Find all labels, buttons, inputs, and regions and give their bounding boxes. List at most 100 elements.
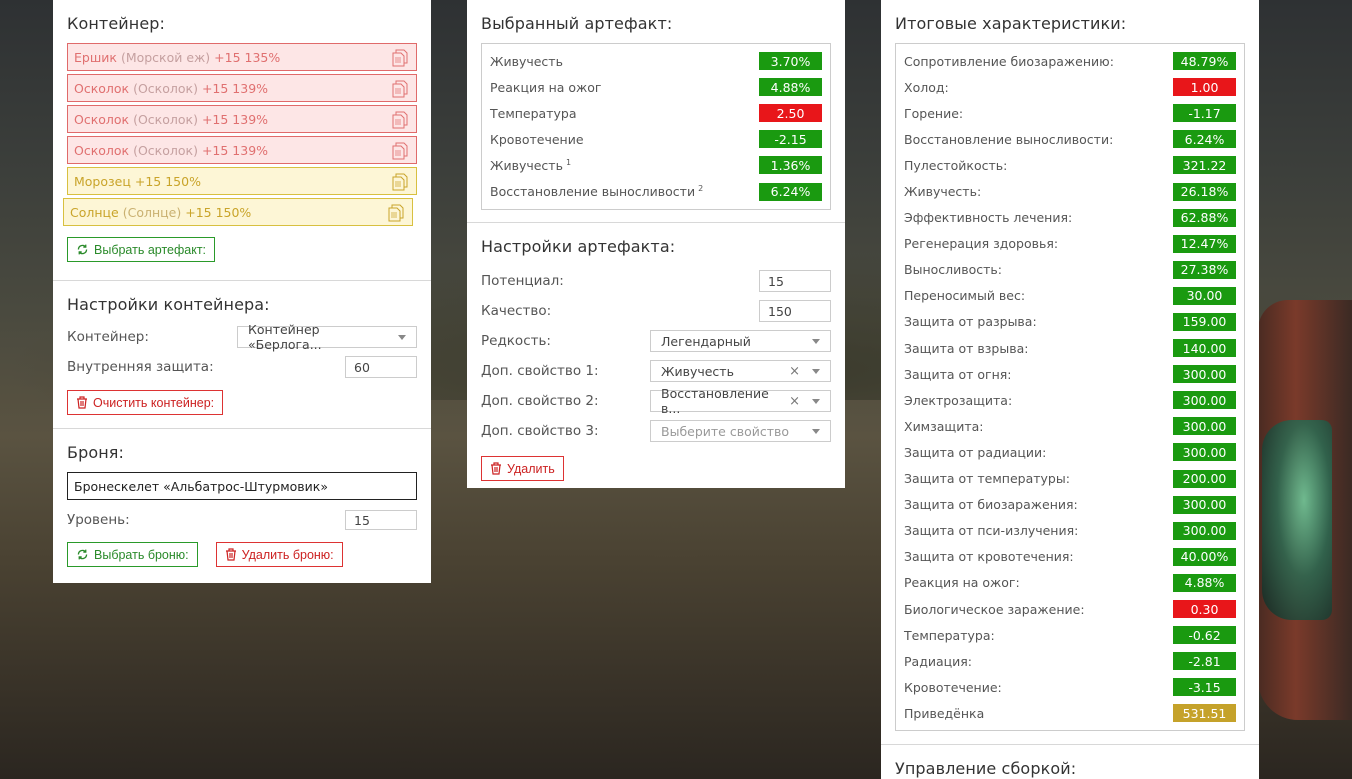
stat-label: Сопротивление биозаражению: <box>904 54 1114 69</box>
stat-value-badge: -0.62 <box>1173 626 1236 645</box>
quality-label: Качество: <box>481 303 552 319</box>
stat-value-badge: 1.36% <box>759 156 822 175</box>
middle-panel: Выбранный артефакт: Живучесть 3.70% Реакци… <box>467 0 845 488</box>
stat-value-badge: 48.79% <box>1173 52 1236 71</box>
totals-section: Итоговые характеристики: Сопротивление б… <box>881 0 1259 745</box>
stat-row: Холод: 1.00 <box>904 74 1236 100</box>
stat-value-badge: -2.81 <box>1173 652 1236 671</box>
selected-artifact-title: Выбранный артефакт: <box>481 14 673 33</box>
stat-label-text: Живучесть <box>490 158 563 173</box>
stat-label: Защита от температуры: <box>904 471 1070 486</box>
stat-value-badge: 159.00 <box>1173 312 1236 331</box>
stat-value-badge: 6.24% <box>759 182 822 201</box>
stat-row: Выносливость: 27.38% <box>904 257 1236 283</box>
armor-input[interactable]: Бронескелет «Альбатрос-Штурмовик» <box>67 472 417 500</box>
item-name: Осколок <box>74 80 130 96</box>
copy-icon[interactable] <box>392 49 408 67</box>
extra-property-1-value: Живучесть <box>661 363 734 379</box>
copy-icon[interactable] <box>392 80 408 98</box>
container-item[interactable]: Морозец +15 150% <box>67 167 417 195</box>
extra-property-2-select[interactable]: Восстановление в... × <box>650 386 831 416</box>
item-alt-name: (Морской еж) <box>120 49 211 65</box>
stat-value-badge: 300.00 <box>1173 521 1236 540</box>
clear-icon[interactable]: × <box>789 364 800 379</box>
stat-value-badge: 200.00 <box>1173 469 1236 488</box>
item-alt-name: (Осколок) <box>133 111 198 127</box>
armor-section: Броня: Бронескелет «Альбатрос-Штурмовик»… <box>53 429 431 579</box>
stat-label: Эффективность лечения: <box>904 210 1072 225</box>
stat-row: Температура 2.50 <box>490 100 822 126</box>
container-item[interactable]: Осколок (Осколок) +15 139% <box>67 74 417 102</box>
item-name: Осколок <box>74 111 130 127</box>
container-type-value: Контейнер «Берлога... <box>248 322 322 352</box>
stat-row: Восстановление выносливости: 6.24% <box>904 126 1236 152</box>
delete-armor-button[interactable]: Удалить броню: <box>215 542 343 567</box>
choose-armor-button[interactable]: Выбрать броню: <box>67 542 198 567</box>
stat-label: Кровотечение: <box>904 680 1002 695</box>
stat-label-text: Приведёнка <box>904 705 985 721</box>
stat-value-badge: 2.50 <box>759 104 822 123</box>
stat-label-text: Пулестойкость: <box>904 157 1008 173</box>
stat-label-text: Температура: <box>904 627 995 643</box>
stat-label: Живучесть: <box>904 184 981 199</box>
container-list: Ершик (Морской еж) +15 135% Осколок (Оско… <box>63 43 417 226</box>
trash-icon <box>491 462 501 475</box>
container-item[interactable]: Ершик (Морской еж) +15 135% <box>67 43 417 71</box>
clear-icon[interactable]: × <box>789 394 800 409</box>
potential-input[interactable]: 15 <box>759 270 831 292</box>
stat-row: Защита от биозаражения: 300.00 <box>904 492 1236 518</box>
copy-icon[interactable] <box>388 204 404 222</box>
stat-label-text: Температура <box>490 105 577 121</box>
container-title: Контейнер: <box>67 14 166 33</box>
stat-value-badge: 300.00 <box>1173 495 1236 514</box>
stat-label-text: Восстановление выносливости: <box>904 131 1114 147</box>
item-suffix: +15 139% <box>201 80 269 96</box>
stat-label: Температура <box>490 106 577 121</box>
refresh-icon <box>77 244 88 255</box>
stat-row: Сопротивление биозаражению: 48.79% <box>904 48 1236 74</box>
extra-property-3-select[interactable]: Выберите свойство <box>650 420 831 442</box>
choose-armor-label: Выбрать броню: <box>94 547 189 562</box>
selected-artifact-stats: Живучесть 3.70% Реакция на ожог 4.88% Темпер… <box>481 43 831 210</box>
stat-label-text: Радиация: <box>904 653 972 669</box>
totals-stats: Сопротивление биозаражению: 48.79% Холод: 1… <box>895 43 1245 732</box>
stat-footnote: 1 <box>565 157 572 167</box>
stat-label: Реакция на ожог <box>490 80 602 95</box>
extra-property-2-label: Доп. свойство 2: <box>481 393 599 409</box>
stat-row: Защита от разрыва: 159.00 <box>904 309 1236 335</box>
rarity-select[interactable]: Легендарный <box>650 330 831 352</box>
choose-artifact-button[interactable]: Выбрать артефакт: <box>67 237 216 262</box>
chevron-down-icon <box>812 338 820 344</box>
container-item[interactable]: Солнце (Солнце) +15 150% <box>63 198 413 226</box>
stat-row: Реакция на ожог: 4.88% <box>904 570 1236 596</box>
item-suffix: +15 150% <box>134 173 201 189</box>
stat-row: Восстановление выносливости 2 6.24% <box>490 178 822 204</box>
stat-value-badge: 0.30 <box>1173 600 1236 619</box>
stat-value-badge: -3.15 <box>1173 678 1236 697</box>
armor-level-input[interactable]: 15 <box>345 510 417 530</box>
clear-container-button[interactable]: Очистить контейнер: <box>67 390 224 415</box>
delete-artifact-button[interactable]: Удалить <box>481 456 564 481</box>
stat-label: Пулестойкость: <box>904 158 1007 173</box>
container-type-label: Контейнер: <box>67 329 149 345</box>
trash-icon <box>225 548 236 561</box>
copy-icon[interactable] <box>392 111 408 129</box>
stat-label-text: Выносливость: <box>904 262 1002 278</box>
container-item[interactable]: Осколок (Осколок) +15 139% <box>67 105 417 133</box>
stat-label: Регенерация здоровья: <box>904 236 1058 251</box>
stat-label: Химзащита: <box>904 419 983 434</box>
copy-icon[interactable] <box>392 142 408 160</box>
stat-row: Температура: -0.62 <box>904 622 1236 648</box>
extra-property-1-select[interactable]: Живучесть × <box>650 360 831 382</box>
stat-label: Защита от радиации: <box>904 445 1046 460</box>
container-type-select[interactable]: Контейнер «Берлога... <box>237 322 417 352</box>
stat-label: Электрозащита: <box>904 393 1012 408</box>
rarity-label: Редкость: <box>481 333 551 349</box>
stat-value-badge: 4.88% <box>759 78 822 97</box>
extra-property-1-label: Доп. свойство 1: <box>481 363 599 379</box>
copy-icon[interactable] <box>392 173 408 191</box>
quality-input[interactable]: 150 <box>759 300 831 322</box>
container-item[interactable]: Осколок (Осколок) +15 139% <box>67 136 417 164</box>
internal-protection-input[interactable]: 60 <box>345 356 417 378</box>
stat-value-badge: 4.88% <box>1173 573 1236 592</box>
